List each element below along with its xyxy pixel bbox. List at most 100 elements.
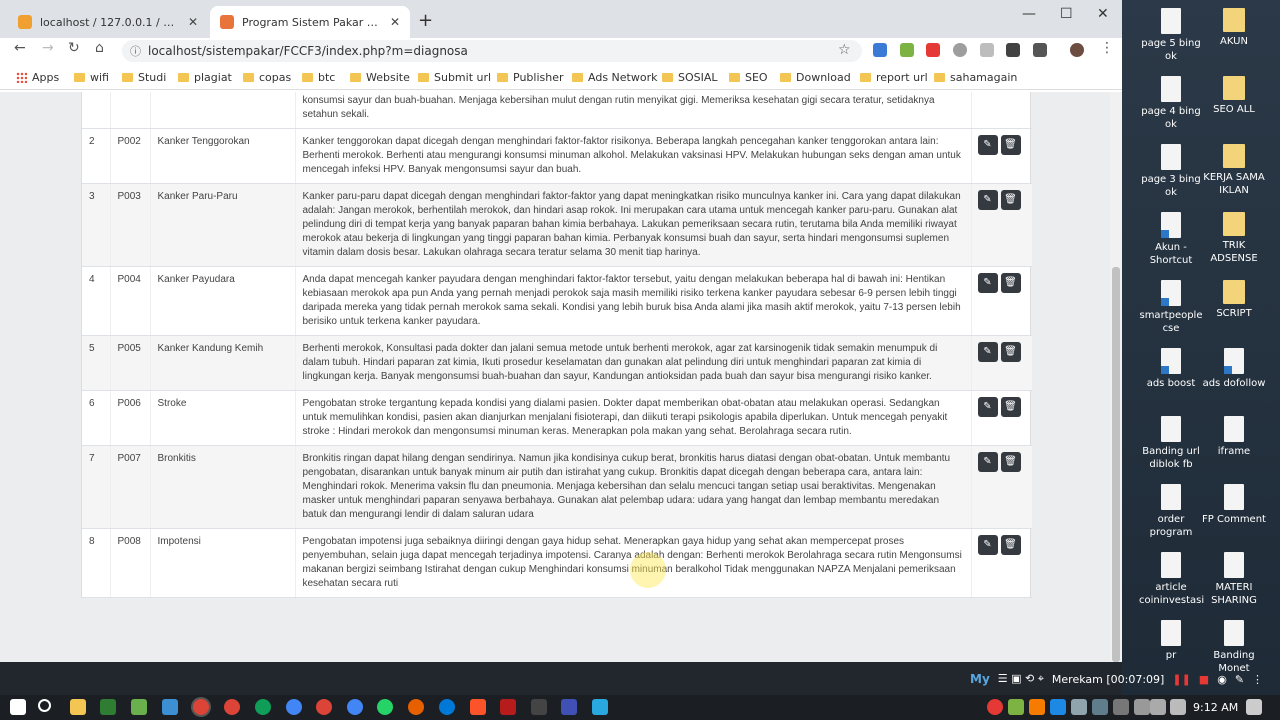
app-icon[interactable] (131, 699, 147, 715)
chrome-icon[interactable] (193, 699, 209, 715)
menu-icon[interactable]: ⋮ (1100, 40, 1114, 56)
extension-icon[interactable] (980, 43, 994, 57)
desktop-icon[interactable]: Banding Monet (1202, 620, 1266, 675)
bookmark-item[interactable]: Download (780, 71, 851, 84)
back-icon[interactable]: ← (14, 40, 26, 56)
close-tab-icon[interactable]: ✕ (188, 15, 198, 29)
search-icon[interactable] (38, 699, 51, 712)
bookmark-item[interactable]: Studi (122, 71, 166, 84)
edit-icon[interactable]: ✎ (977, 535, 998, 555)
edge-icon[interactable] (439, 699, 455, 715)
tray-icon[interactable] (1071, 699, 1087, 715)
delete-icon[interactable]: 🗑 (1000, 135, 1021, 155)
battery-icon[interactable] (1134, 699, 1150, 715)
filezilla-icon[interactable] (500, 699, 516, 715)
start-icon[interactable] (10, 699, 26, 715)
edit-icon[interactable]: ✎ (977, 342, 998, 362)
minimize-icon[interactable]: — (1022, 6, 1036, 22)
edit-icon[interactable]: ✎ (977, 273, 998, 293)
font-extension-icon[interactable] (1033, 43, 1047, 57)
bookmark-item[interactable]: Ads Network (572, 71, 657, 84)
desktop-icon[interactable]: pr (1139, 620, 1203, 662)
bookmark-item[interactable]: Publisher (497, 71, 564, 84)
tray-icon[interactable] (1092, 699, 1108, 715)
desktop-icon[interactable]: AKUN (1202, 8, 1266, 48)
usb-icon[interactable] (1113, 699, 1129, 715)
app-icon[interactable] (162, 699, 178, 715)
desktop-icon[interactable]: KERJA SAMA IKLAN (1202, 144, 1266, 197)
delete-icon[interactable]: 🗑 (1000, 397, 1021, 417)
firefox-icon[interactable] (408, 699, 424, 715)
desktop-icon[interactable]: article coininvestasi (1139, 552, 1204, 607)
desktop-icon[interactable]: Banding url diblok fb (1139, 416, 1203, 471)
delete-icon[interactable]: 🗑 (1000, 452, 1021, 472)
desktop-icon[interactable]: ads boost (1139, 348, 1203, 390)
tray-icon[interactable] (1029, 699, 1045, 715)
edit-icon[interactable]: ✎ (977, 135, 998, 155)
chrome-icon[interactable] (286, 699, 302, 715)
chrome-icon[interactable] (224, 699, 240, 715)
bookmark-item[interactable]: wifi (74, 71, 109, 84)
home-icon[interactable]: ⌂ (95, 40, 104, 56)
chrome-icon[interactable] (316, 699, 332, 715)
vertical-scrollbar[interactable] (1110, 92, 1122, 662)
desktop-icon[interactable]: iframe (1202, 416, 1266, 458)
desktop-icon[interactable]: order program (1139, 484, 1203, 539)
bookmark-item[interactable]: btc (302, 71, 335, 84)
pause-icon[interactable]: ❚❚ (1172, 673, 1190, 686)
profile-avatar[interactable] (1070, 43, 1084, 57)
bookmark-item[interactable]: Submit url (418, 71, 491, 84)
delete-icon[interactable]: 🗑 (1000, 535, 1021, 555)
extension-icon[interactable] (873, 43, 887, 57)
bookmark-item[interactable]: copas (243, 71, 291, 84)
extension-icon[interactable] (926, 43, 940, 57)
address-bar[interactable]: ⓘ localhost/sistempakar/FCCF3/index.php?… (122, 40, 862, 62)
tab-sistem-pakar[interactable]: Program Sistem Pakar Diagnosa ✕ (210, 6, 410, 38)
app-icon[interactable] (592, 699, 608, 715)
file-explorer-icon[interactable] (70, 699, 86, 715)
desktop-icon[interactable]: smartpeople cse (1139, 280, 1203, 335)
bookmark-apps[interactable]: Apps (16, 71, 59, 84)
delete-icon[interactable]: 🗑 (1000, 342, 1021, 362)
bookmark-item[interactable]: SEO (729, 71, 768, 84)
scrollbar-thumb[interactable] (1112, 267, 1120, 662)
desktop-icon[interactable]: Akun - Shortcut (1139, 212, 1203, 267)
record-tray-icon[interactable] (987, 699, 1003, 715)
delete-icon[interactable]: 🗑 (1000, 273, 1021, 293)
extension-icon[interactable] (900, 43, 914, 57)
tab-phpmyadmin[interactable]: localhost / 127.0.0.1 / sipuk | php ✕ (8, 6, 208, 38)
chrome-icon[interactable] (347, 699, 363, 715)
close-tab-icon[interactable]: ✕ (390, 15, 400, 29)
volume-icon[interactable] (1170, 699, 1186, 715)
bookmark-item[interactable]: report url (860, 71, 928, 84)
maximize-icon[interactable]: ☐ (1060, 6, 1073, 22)
brave-icon[interactable] (470, 699, 486, 715)
edit-icon[interactable]: ✎ (977, 452, 998, 472)
desktop-icon[interactable]: page 5 bing ok (1139, 8, 1203, 63)
bookmark-item[interactable]: plagiat (178, 71, 232, 84)
reload-icon[interactable]: ↻ (68, 40, 80, 56)
forward-icon[interactable]: → (42, 40, 54, 56)
wifi-icon[interactable] (1150, 699, 1166, 715)
chrome-icon[interactable] (255, 699, 271, 715)
app-icon[interactable] (561, 699, 577, 715)
whatsapp-icon[interactable] (377, 699, 393, 715)
app-icon[interactable] (531, 699, 547, 715)
desktop-icon[interactable]: SCRIPT (1202, 280, 1266, 320)
desktop-icon[interactable]: page 4 bing ok (1139, 76, 1203, 131)
bookmark-item[interactable]: SOSIAL (662, 71, 718, 84)
edit-icon[interactable]: ✎ (977, 190, 998, 210)
edit-icon[interactable]: ✎ (977, 397, 998, 417)
adblock-icon[interactable] (953, 43, 967, 57)
new-tab-icon[interactable]: + (418, 10, 433, 31)
recorder-controls-icon[interactable]: ☰ ▣ ⟲ ⌖ (998, 672, 1044, 686)
tray-icon[interactable] (1008, 699, 1024, 715)
bookmark-item[interactable]: Website (350, 71, 410, 84)
extension-icon[interactable] (1006, 43, 1020, 57)
delete-icon[interactable]: 🗑 (1000, 190, 1021, 210)
desktop-icon[interactable]: MATERI SHARING (1202, 552, 1266, 607)
tray-icon[interactable] (1050, 699, 1066, 715)
taskbar-clock[interactable]: 9:12 AM (1193, 701, 1238, 714)
window-close-icon[interactable]: ✕ (1097, 6, 1109, 22)
desktop-icon[interactable]: TRIK ADSENSE (1202, 212, 1266, 265)
